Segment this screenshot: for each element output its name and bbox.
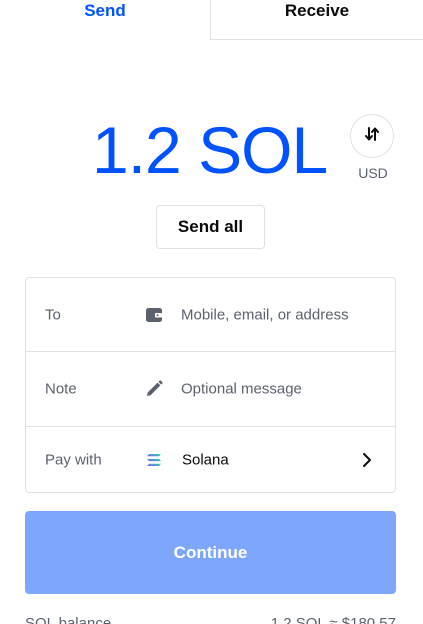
pay-with-label: Pay with	[45, 451, 102, 468]
swap-arrows-icon	[362, 124, 382, 149]
note-label: Note	[45, 380, 77, 398]
currency-toggle-button[interactable]	[350, 114, 394, 158]
tab-send[interactable]: Send	[0, 0, 210, 40]
recipient-label: To	[45, 306, 61, 323]
send-receive-tabs: Send Receive	[0, 0, 423, 40]
currency-toggle-label: USD	[358, 165, 388, 181]
tab-receive[interactable]: Receive	[210, 0, 423, 40]
recipient-input[interactable]	[181, 306, 381, 323]
wallet-icon	[144, 305, 164, 325]
balance-label: SOL balance	[25, 615, 112, 624]
recipient-row[interactable]: To	[26, 278, 395, 352]
amount-display[interactable]: 1.2 SOL	[92, 112, 328, 188]
send-screen: Send Receive 1.2 SOL USD Send all To Mob…	[0, 0, 423, 624]
pencil-icon	[144, 379, 164, 399]
pay-with-asset: Solana	[182, 451, 229, 468]
balance-value: 1.2 SOL ≈ $180.57	[270, 615, 396, 624]
pay-with-row[interactable]: Pay with Solana	[26, 427, 395, 492]
chevron-right-icon	[359, 452, 375, 468]
send-form: To Note Pay with	[25, 277, 396, 493]
send-all-button[interactable]: Send all	[156, 205, 265, 249]
note-input[interactable]	[181, 380, 381, 398]
solana-icon	[144, 450, 164, 470]
continue-button[interactable]: Continue	[25, 511, 396, 594]
note-row[interactable]: Note	[26, 352, 395, 427]
